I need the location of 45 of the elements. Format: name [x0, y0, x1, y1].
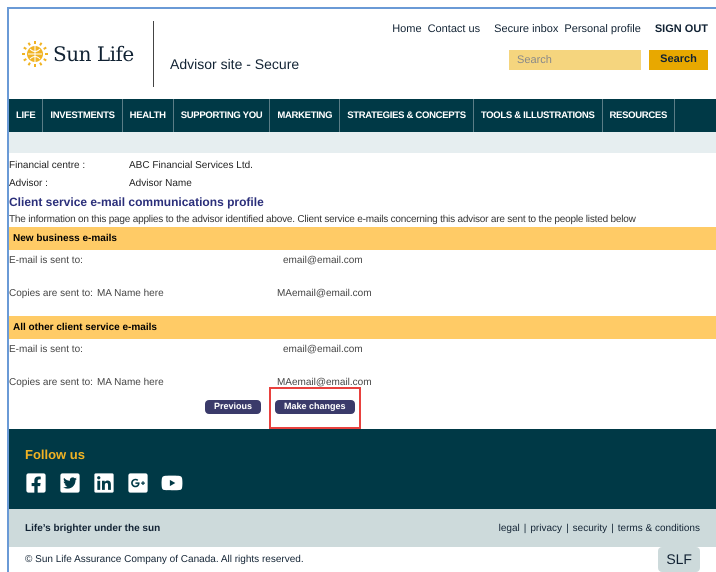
- footer-link[interactable]: privacy: [530, 520, 562, 536]
- section-header: All other client service e-mails: [9, 316, 716, 339]
- top-link[interactable]: Personal profile: [564, 21, 641, 38]
- row-label: Copies are sent to:: [9, 376, 93, 390]
- row-label: E-mail is sent to:: [9, 343, 84, 358]
- section-header: New business e-mails: [9, 226, 716, 250]
- page-heading: Client service e-mail communications profile: [9, 194, 265, 211]
- footer-link[interactable]: terms & conditions: [618, 520, 700, 536]
- sun-logo-icon: [21, 40, 49, 68]
- linkedin-icon[interactable]: [93, 472, 115, 494]
- info-value: Advisor Name: [129, 177, 192, 192]
- separator: |: [524, 522, 526, 536]
- row-label: E-mail is sent to:: [9, 254, 84, 268]
- footer-link[interactable]: security: [572, 520, 608, 536]
- follow-heading: Follow us: [25, 446, 86, 464]
- form-button[interactable]: Make changes: [275, 400, 355, 414]
- site-title: Advisor site - Secure: [170, 55, 300, 74]
- form-button[interactable]: Previous: [205, 400, 262, 414]
- name-text: MA Name here: [96, 376, 165, 390]
- top-link[interactable]: Home: [392, 21, 422, 38]
- facebook-icon[interactable]: [25, 472, 47, 494]
- email-text: MAemail@email.com: [276, 376, 372, 390]
- search-button[interactable]: Search: [649, 50, 708, 70]
- footer-link[interactable]: legal: [498, 520, 520, 536]
- email-text: email@email.com: [283, 343, 363, 358]
- top-link[interactable]: Contact us: [428, 21, 480, 38]
- twitter-icon[interactable]: [59, 472, 81, 494]
- search-field[interactable]: Search: [509, 50, 641, 70]
- separator: |: [566, 522, 569, 536]
- name-text: MA Name here: [96, 287, 165, 302]
- email-text: email@email.com: [283, 254, 363, 268]
- description-text: The information on this page applies to the advisor identified above. Client service e-mails concerning this advisor are sent to the people listed below: [9, 212, 637, 227]
- info-value: ABC Financial Services Ltd.: [129, 159, 253, 174]
- google-plus-icon[interactable]: [127, 472, 149, 494]
- copyright-text: © Sun Life Assurance Company of Canada. All rights reserved.: [25, 552, 304, 567]
- info-label: Financial centre :: [9, 159, 86, 174]
- top-link[interactable]: Secure inbox: [494, 21, 558, 38]
- slf-badge: SLF: [658, 546, 700, 572]
- sign-out-link[interactable]: SIGN OUT: [654, 21, 708, 38]
- tagline: Life’s brighter under the sun: [25, 522, 160, 536]
- info-label: Advisor :: [9, 177, 49, 192]
- separator: |: [611, 522, 614, 536]
- email-text: MAemail@email.com: [276, 287, 372, 302]
- logo-text[interactable]: Sun Life: [53, 39, 134, 70]
- row-label: Copies are sent to:: [9, 287, 93, 302]
